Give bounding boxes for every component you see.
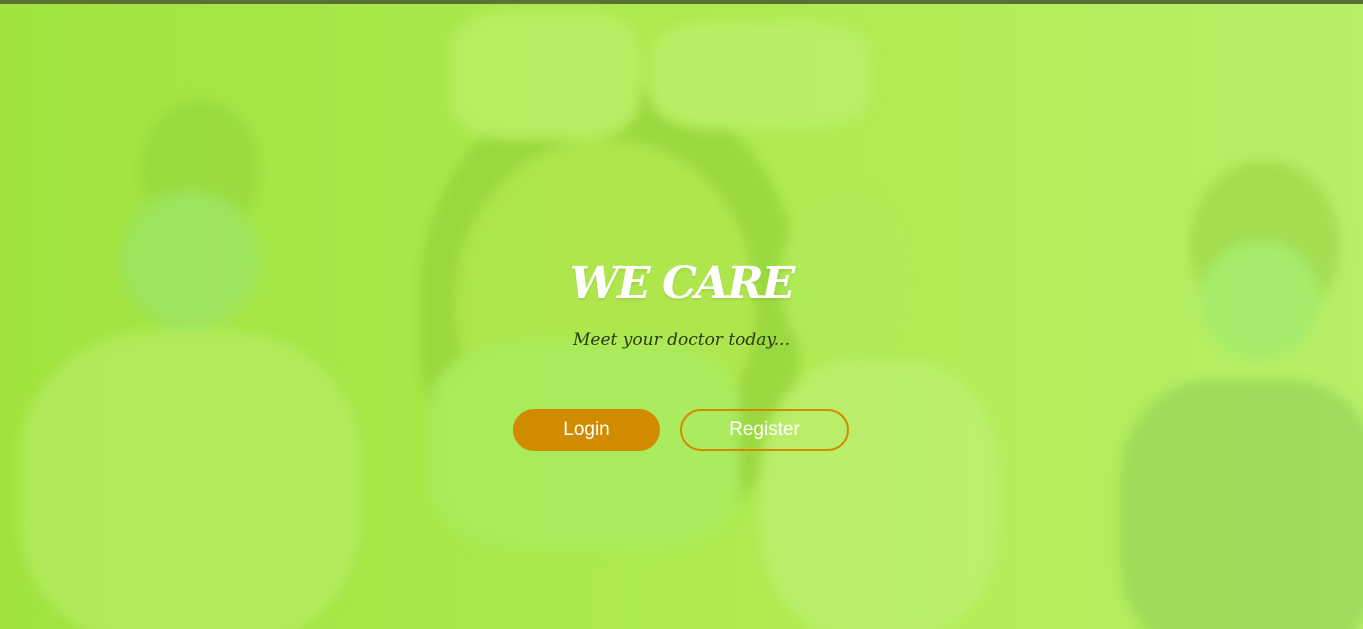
register-button[interactable]: Register	[680, 409, 849, 451]
tagline: Meet your doctor today...	[573, 330, 790, 350]
register-button-label: Register	[729, 419, 800, 440]
login-button[interactable]: Login	[513, 409, 660, 451]
login-button-label: Login	[563, 419, 610, 440]
landing-page: WE CARE Meet your doctor today... Login …	[0, 0, 1363, 629]
page-title: WE CARE	[569, 258, 796, 309]
hero-section: WE CARE Meet your doctor today... Login …	[0, 0, 1363, 629]
